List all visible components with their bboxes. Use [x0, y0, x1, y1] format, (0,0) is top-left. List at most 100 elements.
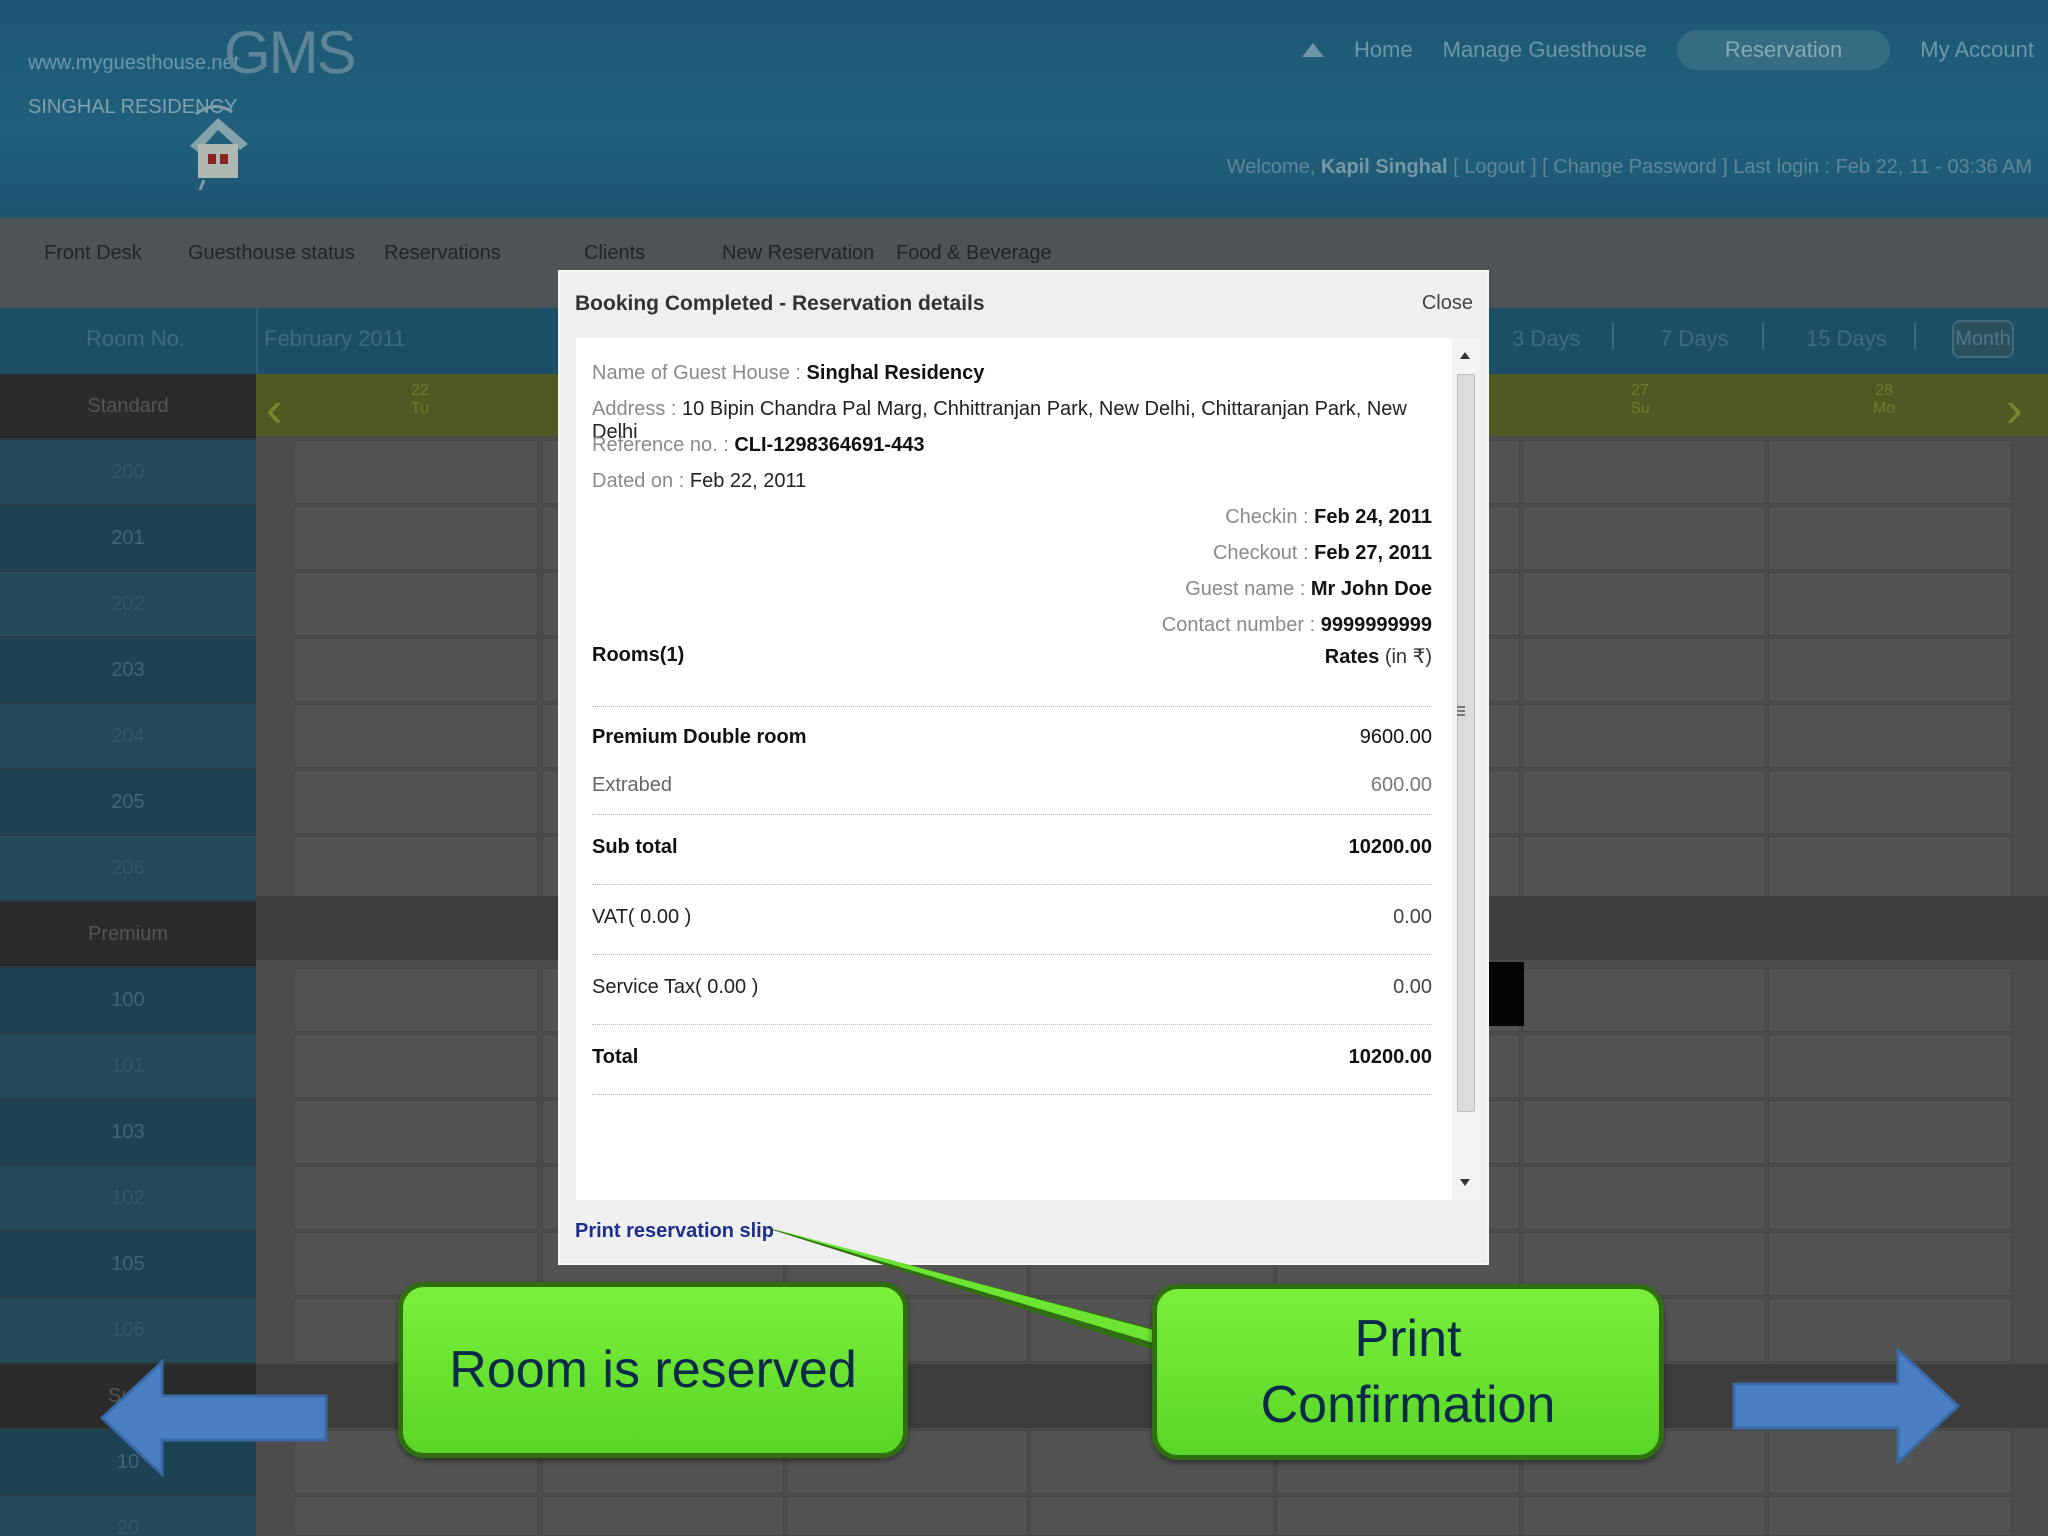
nav-manage-guesthouse[interactable]: Manage Guesthouse — [1443, 37, 1647, 63]
guesthouse-row: Name of Guest House : Singhal Residency — [592, 362, 985, 384]
scroll-up-icon[interactable] — [1460, 352, 1470, 359]
scroll-thumb[interactable] — [1457, 374, 1475, 1112]
scroll-down-icon[interactable] — [1460, 1179, 1470, 1186]
triangle-up-icon[interactable] — [1301, 43, 1324, 57]
room-row[interactable]: 204 — [0, 704, 256, 768]
guest-name-value: Mr John Doe — [1310, 578, 1432, 600]
rooms-header-row: Rooms(1) Rates (in ₹) — [592, 644, 1432, 669]
arrow-left-icon[interactable] — [100, 1358, 330, 1478]
calendar-cell[interactable] — [294, 836, 538, 900]
arrow-right-icon[interactable] — [1730, 1346, 1960, 1466]
calendar-cell[interactable] — [1768, 1232, 2012, 1296]
room-row[interactable]: 106 — [0, 1298, 256, 1362]
calendar-cell[interactable] — [294, 1166, 538, 1230]
house-logo-icon — [190, 105, 248, 190]
dated-value: Feb 22, 2011 — [689, 470, 807, 492]
subnav-clients[interactable]: Clients — [584, 242, 645, 265]
nav-my-account[interactable]: My Account — [1920, 37, 2034, 63]
print-reservation-slip-link[interactable]: Print reservation slip — [575, 1220, 774, 1243]
range-15-days[interactable]: 15 Days — [1806, 326, 1887, 352]
dialog-scrollbar[interactable] — [1452, 338, 1480, 1200]
calendar-cell[interactable] — [1768, 968, 2012, 1032]
range-7-days[interactable]: 7 Days — [1660, 326, 1728, 352]
calendar-cell[interactable] — [1522, 572, 1766, 636]
reserved-cell[interactable] — [1488, 962, 1524, 1026]
calendar-cell[interactable] — [1522, 704, 1766, 768]
calendar-cell[interactable] — [294, 572, 538, 636]
nav-home[interactable]: Home — [1354, 37, 1413, 63]
close-button[interactable]: Close — [1422, 292, 1473, 315]
room-row[interactable]: 100 — [0, 968, 256, 1032]
calendar-cell[interactable] — [1768, 704, 2012, 768]
room-row[interactable]: 206 — [0, 836, 256, 900]
calendar-cell[interactable] — [1030, 1496, 1274, 1536]
calendar-cell[interactable] — [1276, 1496, 1520, 1536]
subnav-food-beverage[interactable]: Food & Beverage — [896, 242, 1052, 265]
service-tax-row: Service Tax( 0.00 ) 0.00 — [592, 976, 1432, 998]
calendar-cell[interactable] — [1522, 968, 1766, 1032]
calendar-cell[interactable] — [1768, 770, 2012, 834]
dialog-title: Booking Completed - Reservation details — [575, 292, 985, 315]
calendar-cell[interactable] — [1522, 506, 1766, 570]
room-row[interactable]: 101 — [0, 1034, 256, 1098]
calendar-cell[interactable] — [1768, 506, 2012, 570]
calendar-cell[interactable] — [1522, 1166, 1766, 1230]
calendar-cell[interactable] — [1768, 836, 2012, 900]
subnav-front-desk[interactable]: Front Desk — [44, 242, 142, 265]
calendar-cell[interactable] — [1768, 1496, 2012, 1536]
calendar-cell[interactable] — [294, 506, 538, 570]
calendar-cell[interactable] — [294, 704, 538, 768]
calendar-cell[interactable] — [1522, 638, 1766, 702]
calendar-cell[interactable] — [1522, 836, 1766, 900]
calendar-cell[interactable] — [294, 968, 538, 1032]
calendar-cell[interactable] — [294, 1034, 538, 1098]
room-row[interactable]: 202 — [0, 572, 256, 636]
calendar-cell[interactable] — [1522, 1100, 1766, 1164]
room-row[interactable]: 20 — [0, 1496, 256, 1536]
calendar-cell[interactable] — [294, 1100, 538, 1164]
room-no-header: Room No. — [86, 326, 186, 351]
calendar-cell[interactable] — [294, 1496, 538, 1536]
line-item: Premium Double room 9600.00 — [592, 726, 1432, 748]
slide: { "header": { "site_url": "www.myguestho… — [0, 0, 2048, 1536]
chevron-left-icon[interactable]: ‹ — [266, 380, 283, 438]
date-col-22: 22 Tu — [410, 382, 430, 417]
callout-print-confirmation: Print Confirmation — [1152, 1284, 1664, 1460]
calendar-cell[interactable] — [1768, 1100, 2012, 1164]
room-row[interactable]: 205 — [0, 770, 256, 834]
calendar-cell[interactable] — [294, 440, 538, 504]
rooms-heading: Rooms(1) — [592, 644, 685, 666]
range-3-days[interactable]: 3 Days — [1512, 326, 1580, 352]
room-row[interactable]: 102 — [0, 1166, 256, 1230]
calendar-cell[interactable] — [1522, 1034, 1766, 1098]
calendar-cell[interactable] — [294, 638, 538, 702]
subnav-guesthouse-status[interactable]: Guesthouse status — [188, 242, 355, 265]
room-row[interactable]: 201 — [0, 506, 256, 570]
site-url[interactable]: www.myguesthouse.net — [28, 52, 239, 75]
date-col-27: 27 Su — [1630, 382, 1650, 417]
calendar-cell[interactable] — [1768, 440, 2012, 504]
room-row[interactable]: 103 — [0, 1100, 256, 1164]
calendar-cell[interactable] — [294, 770, 538, 834]
calendar-cell[interactable] — [786, 1496, 1028, 1536]
calendar-cell[interactable] — [1768, 1166, 2012, 1230]
calendar-cell[interactable] — [1768, 1034, 2012, 1098]
subnav-new-reservation[interactable]: New Reservation — [722, 242, 874, 265]
subnav-reservations[interactable]: Reservations — [384, 242, 501, 265]
contact-value: 9999999999 — [1320, 614, 1432, 636]
app-header: www.myguesthouse.net GMS SINGHAL RESIDEN… — [0, 0, 2048, 218]
account-links[interactable]: [ Logout ] [ Change Password ] Last logi… — [1453, 156, 2032, 178]
calendar-cell[interactable] — [542, 1496, 784, 1536]
room-row[interactable]: 200 — [0, 440, 256, 504]
room-row[interactable]: 203 — [0, 638, 256, 702]
calendar-cell[interactable] — [1768, 572, 2012, 636]
calendar-cell[interactable] — [1522, 1496, 1766, 1536]
month-view-button[interactable]: Month — [1952, 320, 2014, 358]
checkout-value: Feb 27, 2011 — [1314, 542, 1432, 564]
calendar-cell[interactable] — [1522, 770, 1766, 834]
nav-reservation[interactable]: Reservation — [1676, 30, 1891, 70]
calendar-cell[interactable] — [1522, 440, 1766, 504]
calendar-cell[interactable] — [1768, 638, 2012, 702]
chevron-right-icon[interactable]: › — [2006, 380, 2023, 438]
room-row[interactable]: 105 — [0, 1232, 256, 1296]
